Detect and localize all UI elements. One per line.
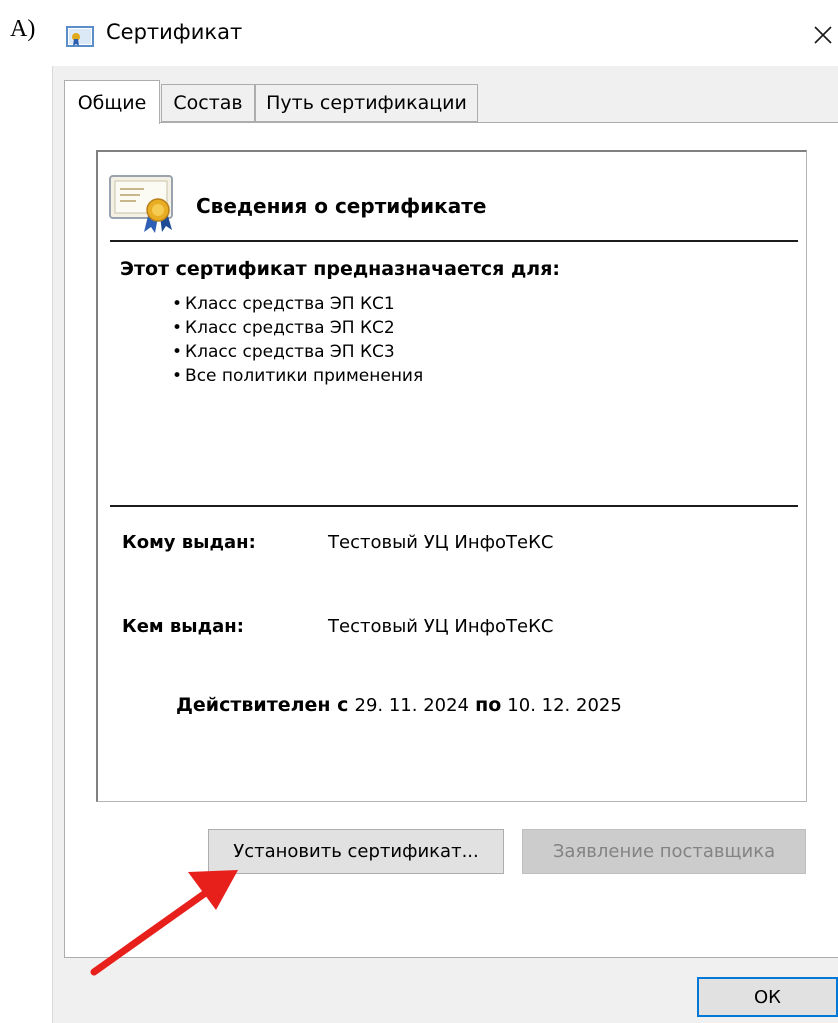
close-icon[interactable] [806, 14, 838, 54]
valid-to-label: по [475, 694, 502, 716]
window-title: Сертификат [106, 20, 243, 44]
tab-certification-path[interactable]: Путь сертификации [255, 84, 478, 122]
issued-by-label: Кем выдан: [122, 616, 244, 637]
valid-to-date: 10. 12. 2025 [507, 695, 622, 716]
divider-top [110, 240, 798, 242]
valid-from-date: 29. 11. 2024 [354, 695, 470, 716]
red-arrow-icon [90, 870, 238, 976]
purpose-list: Класс средства ЭП КС1 Класс средства ЭП … [172, 292, 423, 388]
issued-by-value: Тестовый УЦ ИнфоТеКС [328, 616, 554, 637]
issued-to-value: Тестовый УЦ ИнфоТеКС [328, 532, 554, 553]
valid-from-label: Действителен с [176, 694, 349, 716]
list-item: Класс средства ЭП КС3 [172, 340, 423, 364]
certificate-ribbon-icon [109, 175, 173, 233]
tab-general[interactable]: Общие [64, 80, 160, 124]
list-item: Класс средства ЭП КС1 [172, 292, 423, 316]
validity-period: Действителен с 29. 11. 2024 по 10. 12. 2… [176, 694, 622, 716]
tab-details[interactable]: Состав [161, 84, 255, 122]
annotation-label: А) [10, 16, 36, 42]
list-item: Все политики применения [172, 364, 423, 388]
issuer-statement-button[interactable]: Заявление поставщика [522, 829, 806, 874]
issued-to-label: Кому выдан: [122, 532, 256, 553]
purpose-heading: Этот сертификат предназначается для: [120, 258, 561, 280]
certificate-icon [66, 26, 94, 47]
certificate-info-heading: Сведения о сертификате [196, 194, 487, 218]
divider-bottom [110, 505, 798, 507]
ok-button[interactable]: ОК [697, 977, 838, 1017]
list-item: Класс средства ЭП КС2 [172, 316, 423, 340]
